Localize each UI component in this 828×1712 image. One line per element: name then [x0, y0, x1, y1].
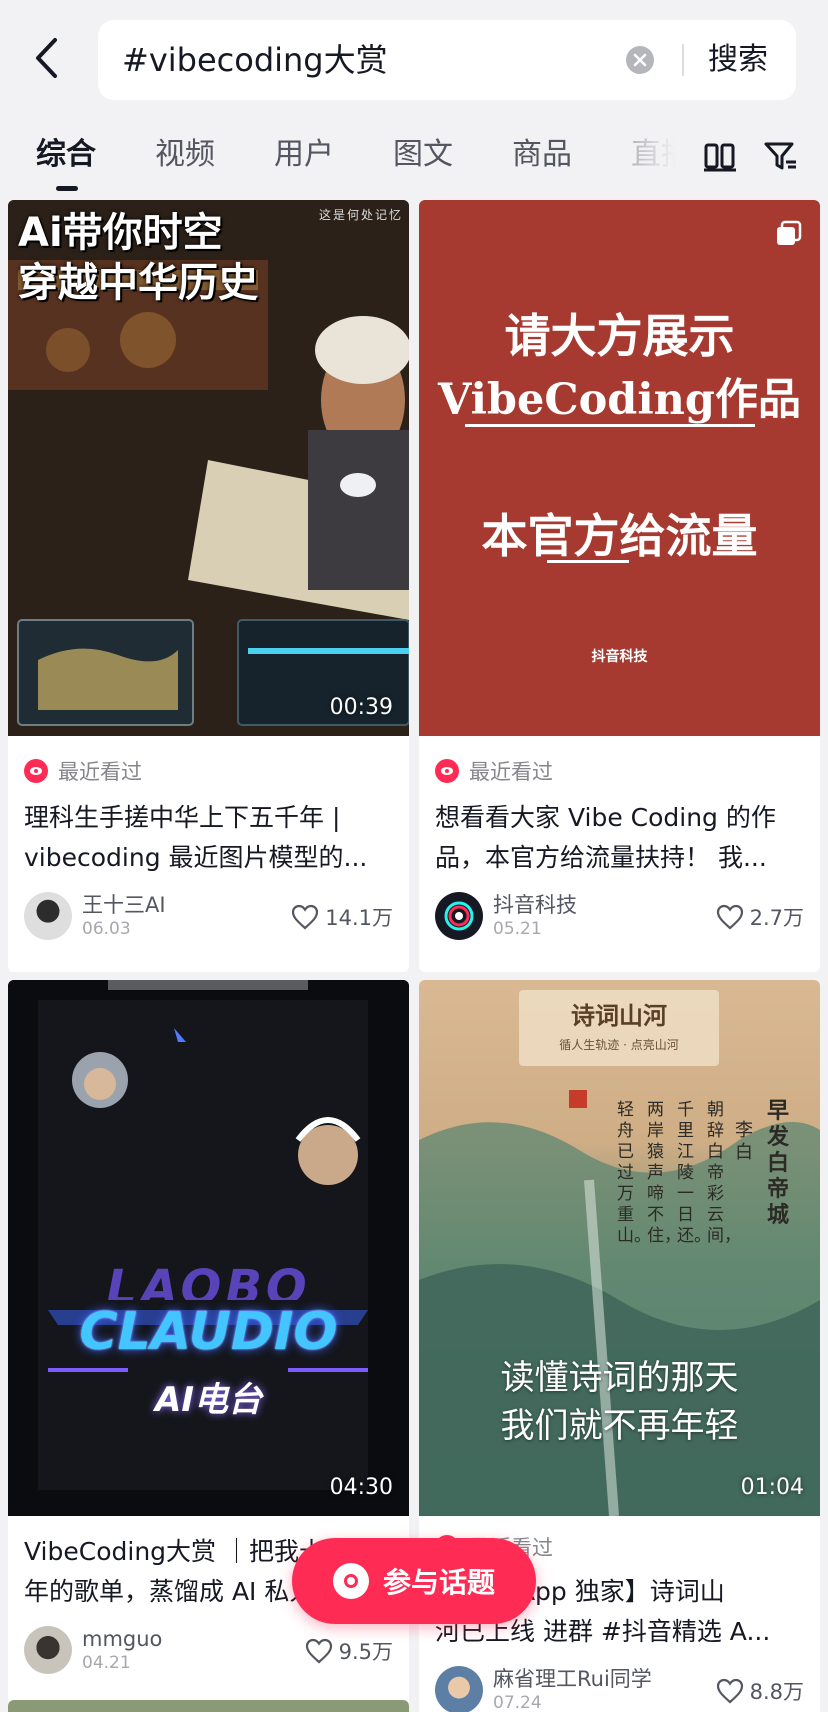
poem-verse2: 千里江陵一日还。: [677, 1100, 711, 1246]
video-title-line2: vibecoding 最近图片模型的...: [24, 843, 368, 872]
thumb-line2: VibeCoding作品: [437, 375, 801, 425]
eye-icon: [435, 759, 459, 783]
multi-image-icon: [777, 220, 802, 245]
poem-title: 早发白帝城: [767, 1098, 790, 1228]
layout-toggle-icon[interactable]: [700, 136, 740, 176]
video-duration: 04:30: [329, 1475, 393, 1500]
poem-verse4: 轻舟已过万重山。: [617, 1100, 651, 1246]
eye-icon: [24, 759, 48, 783]
author-info[interactable]: mmguo 04.21: [24, 1624, 162, 1676]
thumb-title-line2: 穿越中华历史: [18, 260, 258, 306]
recently-viewed-label: 最近看过: [58, 760, 142, 784]
image-thumbnail[interactable]: 请大方展示 VibeCoding作品 本官方给流量 抖音科技: [419, 200, 820, 736]
heart-icon: [716, 904, 743, 930]
video-duration: 01:04: [740, 1475, 804, 1500]
author-info[interactable]: 王十三AI 06.03: [24, 890, 166, 942]
thumb-caption-line2: 我们就不再年轻: [500, 1406, 739, 1446]
thumb-header: 诗词山河: [571, 1001, 667, 1030]
logo-line3: AI电台: [155, 1380, 262, 1420]
author-name[interactable]: mmguo: [82, 1626, 162, 1652]
recently-viewed-badge: 最近看过: [24, 756, 142, 786]
video-thumbnail[interactable]: 诗词山河 循人生轨迹 · 点亮山河 早发白帝城 李白 朝辞白帝彩云间， 千里江陵…: [419, 980, 820, 1516]
logo-line2: CLAUDIO: [79, 1302, 338, 1362]
author-info[interactable]: 麻省理工Rui同学 07.24: [435, 1664, 652, 1712]
thumb-line3: 本官方给流量: [481, 509, 758, 563]
author-info[interactable]: 抖音科技 05.21: [435, 890, 577, 942]
video-card[interactable]: 这是何处记忆 Ai带你时空 穿越中华历史 00:39 最近看过 理科生手搓中华上…: [8, 200, 409, 972]
search-input[interactable]: #vibecoding大赏: [122, 20, 602, 100]
image-post-title[interactable]: 想看看大家 Vibe Coding 的作 品，本官方给流量扶持！ 我...: [435, 798, 807, 878]
post-title-line2: 品，本官方给流量扶持！ 我...: [435, 843, 767, 872]
heart-icon: [305, 1638, 332, 1664]
thumb-corner-text: 这是何处记忆: [318, 208, 403, 222]
video-title[interactable]: 理科生手搓中华上下五千年 | vibecoding 最近图片模型的...: [24, 798, 396, 878]
video-duration: 00:39: [329, 695, 393, 720]
video-thumbnail[interactable]: LAOBO CLAUDIO AI电台 04:30: [8, 980, 409, 1516]
tab-goods[interactable]: 商品: [512, 130, 572, 180]
tab-image-text[interactable]: 图文: [393, 130, 453, 180]
avatar[interactable]: [24, 892, 72, 940]
like-count[interactable]: 14.1万: [291, 902, 393, 932]
thumb-brand: 抖音科技: [591, 649, 648, 665]
heart-icon: [292, 904, 319, 930]
video-title-line1: 理科生手搓中华上下五千年 |: [24, 803, 341, 832]
like-count-value: 9.5万: [338, 1640, 393, 1664]
post-date: 06.03: [82, 919, 131, 939]
top-bar: #vibecoding大赏 搜索: [0, 0, 828, 118]
radio-app-scene-image: [8, 980, 409, 1516]
like-count-value: 14.1万: [325, 906, 393, 930]
join-topic-button[interactable]: 参与话题: [292, 1538, 536, 1624]
thumb-line1: 请大方展示: [504, 309, 735, 363]
like-count[interactable]: 9.5万: [305, 1636, 393, 1666]
like-count-value: 2.7万: [749, 906, 804, 930]
search-button[interactable]: 搜索: [708, 20, 768, 100]
post-title-line1: 想看看大家 Vibe Coding 的作: [435, 803, 776, 832]
like-count[interactable]: 2.7万: [716, 902, 804, 932]
thumb-caption-line1: 读懂诗词的那天: [500, 1358, 739, 1398]
post-date: 05.21: [493, 919, 542, 939]
thumb-subheader: 循人生轨迹 · 点亮山河: [559, 1038, 679, 1052]
tab-all[interactable]: 综合: [36, 130, 96, 180]
poem-verse1: 朝辞白帝彩云间，: [707, 1100, 741, 1246]
join-topic-label: 参与话题: [382, 1566, 495, 1599]
tab-active-indicator: [56, 186, 78, 191]
filter-icon[interactable]: [760, 136, 800, 176]
poem-verse3: 两岸猿声啼不住，: [647, 1100, 681, 1246]
author-name[interactable]: 王十三AI: [82, 892, 166, 918]
avatar[interactable]: [435, 892, 483, 940]
thumb-underline-2: [547, 560, 629, 563]
image-card[interactable]: 请大方展示 VibeCoding作品 本官方给流量 抖音科技 最近看过 想看看大…: [419, 200, 820, 972]
heart-icon: [716, 1678, 743, 1704]
chevron-left-icon: [36, 38, 57, 78]
camera-icon: [332, 1563, 369, 1599]
post-date: 07.24: [493, 1693, 542, 1712]
thumb-underline: [465, 424, 755, 427]
video-thumbnail[interactable]: 这是何处记忆 Ai带你时空 穿越中华历史 00:39: [8, 200, 409, 736]
tab-user[interactable]: 用户: [274, 130, 334, 180]
tab-bar: 综合 视频 用户 图文 商品 直播: [0, 118, 828, 198]
divider: [682, 44, 684, 76]
tab-fade: [620, 118, 700, 198]
next-card-peek: [8, 1700, 409, 1712]
author-name[interactable]: 麻省理工Rui同学: [493, 1666, 652, 1692]
douyin-logo-icon: [444, 901, 474, 931]
clear-icon[interactable]: [626, 46, 654, 74]
author-name[interactable]: 抖音科技: [493, 892, 577, 918]
logo-line1: LAOBO: [106, 1260, 311, 1300]
avatar[interactable]: [24, 1626, 72, 1674]
avatar[interactable]: [435, 1666, 483, 1712]
recently-viewed-label: 最近看过: [469, 760, 553, 784]
recently-viewed-badge: 最近看过: [435, 756, 553, 786]
back-button[interactable]: [26, 32, 66, 84]
like-count[interactable]: 8.8万: [716, 1676, 804, 1706]
post-date: 04.21: [82, 1653, 131, 1673]
search-box[interactable]: #vibecoding大赏 搜索: [98, 20, 796, 100]
like-count-value: 8.8万: [749, 1680, 804, 1704]
thumb-title: Ai带你时空 穿越中华历史: [18, 208, 258, 308]
tab-video[interactable]: 视频: [155, 130, 215, 180]
thumb-title-line1: Ai带你时空: [18, 210, 223, 256]
poem-author: 李白: [735, 1120, 753, 1163]
